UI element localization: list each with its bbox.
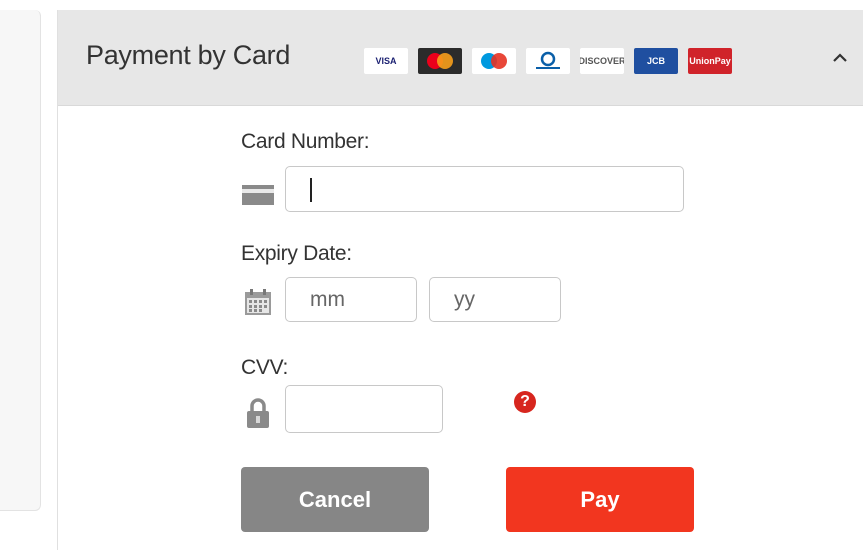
expiry-month-input[interactable]	[285, 277, 417, 322]
chevron-up-icon	[833, 53, 847, 62]
calendar-icon	[241, 286, 275, 318]
discover-logo: DISCOVER	[580, 48, 624, 74]
cvv-input[interactable]	[285, 385, 443, 433]
left-panel	[0, 10, 41, 511]
maestro-logo	[472, 48, 516, 74]
unionpay-logo: UnionPay	[688, 48, 732, 74]
lock-icon	[243, 394, 273, 432]
cvv-label: CVV:	[241, 356, 289, 379]
credit-card-icon	[241, 180, 275, 210]
card-number-label: Card Number:	[241, 130, 370, 153]
mastercard-logo	[418, 48, 462, 74]
expiry-year-input[interactable]	[429, 277, 561, 322]
payment-panel: Payment by Card VISA DISCOVER JCB UnionPay …	[57, 10, 863, 550]
card-logos: VISA DISCOVER JCB UnionPay	[364, 48, 732, 74]
visa-logo: VISA	[364, 48, 408, 74]
question-icon[interactable]: ?	[514, 391, 536, 413]
pay-button[interactable]: Pay	[506, 467, 694, 532]
jcb-logo: JCB	[634, 48, 678, 74]
collapse-button[interactable]	[828, 46, 852, 70]
panel-title: Payment by Card	[86, 40, 291, 70]
payment-panel-header[interactable]: Payment by Card VISA DISCOVER JCB UnionPay	[58, 10, 863, 106]
diners-club-logo	[526, 48, 570, 74]
cancel-button[interactable]: Cancel	[241, 467, 429, 532]
card-number-input[interactable]	[285, 166, 684, 212]
expiry-date-label: Expiry Date:	[241, 242, 352, 265]
text-cursor	[310, 178, 312, 202]
